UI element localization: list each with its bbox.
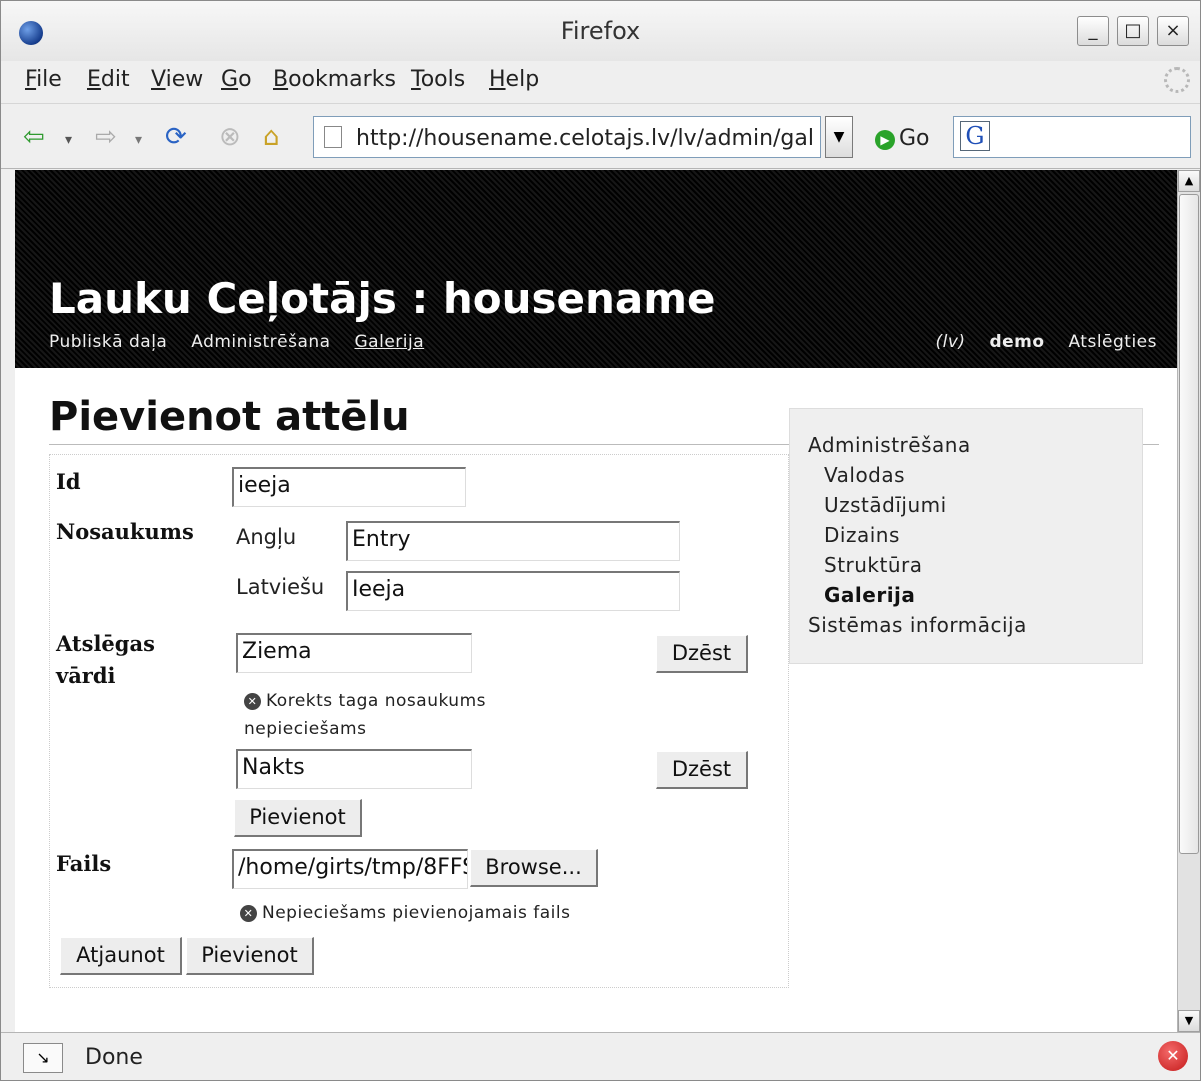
- delete-keyword-button-2[interactable]: Dzēst: [656, 751, 748, 789]
- keywords-label-line2: vārdi: [56, 663, 116, 688]
- url-dropdown-button[interactable]: ▼: [825, 116, 853, 158]
- page-icon: [324, 126, 342, 148]
- delete-keyword-button-1[interactable]: Dzēst: [656, 635, 748, 673]
- scroll-up-arrow-icon[interactable]: ▲: [1178, 170, 1200, 192]
- page-error-icon[interactable]: ✕: [1158, 1041, 1188, 1071]
- sidebar-item-uzstadijumi[interactable]: Uzstādījumi: [824, 493, 947, 517]
- go-button[interactable]: ▶ Go: [875, 126, 930, 151]
- language-indicator[interactable]: (lv): [936, 332, 966, 352]
- menu-bar: File Edit View Go Bookmarks Tools Help: [1, 61, 1200, 101]
- page-title: Pievienot attēlu: [49, 394, 410, 440]
- keyword-error-line2: nepieciešams: [244, 719, 367, 739]
- maximize-button[interactable]: □: [1117, 16, 1149, 46]
- keyword-error-line1: Korekts taga nosaukums: [266, 691, 486, 711]
- name-lv-input[interactable]: Ieeja: [346, 571, 680, 611]
- error-icon: ✕: [240, 905, 257, 922]
- name-label: Nosaukums: [56, 519, 194, 544]
- title-bar: Firefox _ □ ×: [1, 1, 1200, 61]
- url-text[interactable]: http://housename.celotajs.lv/lv/admin/ga…: [356, 126, 816, 151]
- admin-sidebar: Administrēšana Valodas Uzstādījumi Dizai…: [789, 408, 1143, 664]
- menu-tools[interactable]: Tools: [411, 67, 465, 92]
- back-icon[interactable]: ⇦: [23, 122, 45, 152]
- navigation-toolbar: ⇦ ▾ ⇨ ▾ ⟳ ⊗ ⌂ http://housename.celotajs.…: [1, 103, 1200, 169]
- scroll-down-arrow-icon[interactable]: ▼: [1178, 1010, 1200, 1032]
- file-label: Fails: [56, 851, 112, 876]
- file-path-input[interactable]: /home/girts/tmp/8FFS3: [232, 849, 468, 889]
- sidebar-item-galerija[interactable]: Galerija: [824, 583, 915, 607]
- sidebar-item-struktura[interactable]: Struktūra: [824, 553, 923, 577]
- add-keyword-button[interactable]: Pievienot: [234, 799, 362, 837]
- file-error: ✕ Nepieciešams pievienojamais fails: [240, 899, 570, 927]
- status-bar: ↘ Done ✕: [1, 1032, 1200, 1080]
- name-lv-label: Latviešu: [236, 575, 325, 599]
- browse-button[interactable]: Browse...: [470, 849, 598, 887]
- nav-public[interactable]: Publiskā daļa: [49, 332, 167, 352]
- name-en-input[interactable]: Entry: [346, 521, 680, 561]
- back-dropdown-icon[interactable]: ▾: [65, 132, 72, 148]
- forward-dropdown-icon[interactable]: ▾: [135, 132, 142, 148]
- scroll-thumb[interactable]: [1179, 194, 1199, 854]
- status-text: Done: [85, 1045, 143, 1070]
- menu-view[interactable]: View: [151, 67, 203, 92]
- vertical-scrollbar[interactable]: ▲ ▼: [1177, 170, 1200, 1032]
- reload-icon[interactable]: ⟳: [165, 122, 187, 152]
- activity-throbber-icon: [1164, 67, 1190, 93]
- forward-icon[interactable]: ⇨: [95, 122, 117, 152]
- sidebar-item-administresana[interactable]: Administrēšana: [808, 433, 971, 457]
- stop-icon[interactable]: ⊗: [219, 122, 241, 152]
- home-icon[interactable]: ⌂: [263, 122, 280, 152]
- id-label: Id: [56, 469, 81, 494]
- url-bar[interactable]: http://housename.celotajs.lv/lv/admin/ga…: [313, 116, 821, 158]
- sidebar-item-dizains[interactable]: Dizains: [824, 523, 900, 547]
- search-box[interactable]: G: [953, 116, 1191, 158]
- go-label: Go: [899, 126, 930, 151]
- menu-file[interactable]: File: [25, 67, 62, 92]
- window-title: Firefox: [560, 17, 641, 45]
- sidebar-item-valodas[interactable]: Valodas: [824, 463, 905, 487]
- close-button[interactable]: ×: [1157, 16, 1189, 46]
- name-en-label: Angļu: [236, 525, 297, 549]
- menu-go[interactable]: Go: [221, 67, 252, 92]
- header-user-area: (lv) demo Atslēgties: [918, 332, 1158, 352]
- google-icon[interactable]: G: [960, 121, 990, 151]
- browser-window: Firefox _ □ × File Edit View Go Bookmark…: [0, 0, 1201, 1081]
- add-image-form: Id ieeja Nosaukums Angļu Entry Latviešu …: [49, 454, 789, 988]
- site-header: Lauku Ceļotājs : housename Publiskā daļa…: [15, 170, 1177, 368]
- menu-bookmarks[interactable]: Bookmarks: [273, 67, 396, 92]
- id-input[interactable]: ieeja: [232, 467, 466, 507]
- error-icon: ✕: [244, 693, 261, 710]
- keywords-label-line1: Atslēgas: [56, 631, 155, 656]
- keyword-input-2[interactable]: Nakts: [236, 749, 472, 789]
- menu-help[interactable]: Help: [489, 67, 539, 92]
- keyword-error: ✕ Korekts taga nosaukums nepieciešams: [244, 687, 486, 743]
- submit-button[interactable]: Pievienot: [186, 937, 314, 975]
- menu-edit[interactable]: Edit: [87, 67, 130, 92]
- nav-gallery[interactable]: Galerija: [355, 332, 425, 352]
- update-button[interactable]: Atjaunot: [60, 937, 182, 975]
- go-arrow-icon: ▶: [875, 130, 895, 150]
- site-title: Lauku Ceļotājs : housename: [49, 274, 716, 323]
- connection-icon: ↘: [23, 1043, 63, 1073]
- logout-link[interactable]: Atslēgties: [1068, 332, 1157, 352]
- header-nav: Publiskā daļa Administrēšana Galerija: [49, 332, 442, 352]
- minimize-button[interactable]: _: [1077, 16, 1109, 46]
- sidebar-item-sistemas-informacija[interactable]: Sistēmas informācija: [808, 613, 1027, 637]
- page-content: Lauku Ceļotājs : housename Publiskā daļa…: [15, 170, 1177, 1032]
- nav-admin[interactable]: Administrēšana: [191, 332, 330, 352]
- username: demo: [989, 332, 1045, 352]
- file-error-text: Nepieciešams pievienojamais fails: [262, 903, 571, 923]
- keyword-input-1[interactable]: Ziema: [236, 633, 472, 673]
